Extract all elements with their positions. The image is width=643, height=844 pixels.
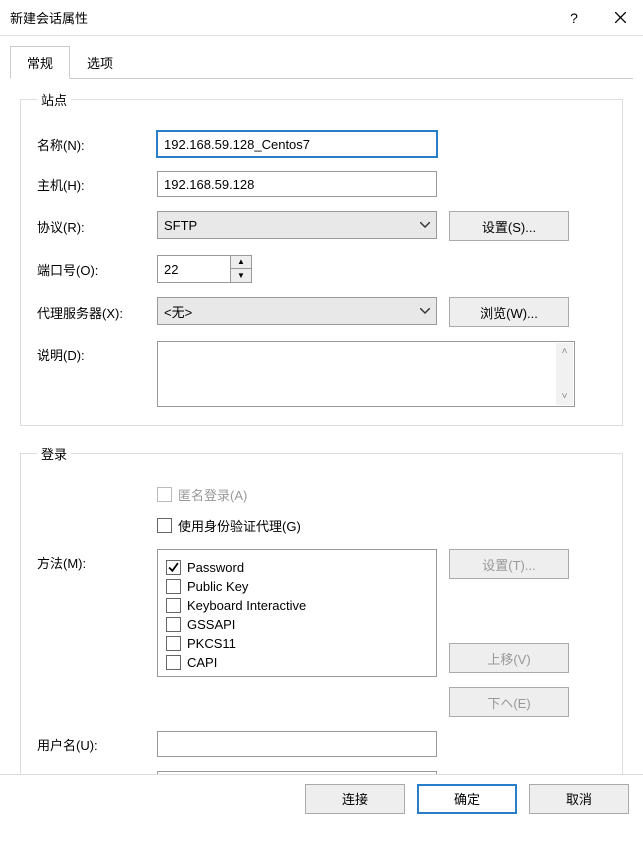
anonymous-label: 匿名登录(A)	[178, 485, 247, 504]
method-capi-label: CAPI	[187, 655, 217, 670]
method-gssapi-checkbox[interactable]	[166, 617, 181, 632]
method-pkcs11-row[interactable]: PKCS11	[166, 636, 428, 651]
label-name: 名称(N):	[37, 135, 157, 154]
footer: 连接 确定 取消	[0, 774, 643, 822]
method-capi-checkbox[interactable]	[166, 655, 181, 670]
tab-strip: 常规 选项	[0, 36, 643, 80]
label-host: 主机(H):	[37, 175, 157, 194]
auth-agent-label: 使用身份验证代理(G)	[178, 516, 301, 535]
label-desc: 说明(D):	[37, 341, 157, 364]
scroll-down-icon[interactable]: ˅	[556, 388, 573, 405]
move-up-button: 上移(V)	[449, 643, 569, 673]
auth-agent-checkbox[interactable]	[157, 518, 172, 533]
login-legend: 登录	[37, 444, 71, 463]
close-icon	[615, 12, 626, 23]
method-settings-button: 设置(T)...	[449, 549, 569, 579]
method-publickey-label: Public Key	[187, 579, 248, 594]
port-spinner[interactable]: ▲ ▼	[157, 255, 257, 283]
spin-up-icon[interactable]: ▲	[231, 256, 251, 269]
help-button[interactable]: ?	[551, 0, 597, 36]
name-input[interactable]	[157, 131, 437, 157]
method-password-row[interactable]: Password	[166, 560, 428, 575]
login-group: 登录 匿名登录(A) 使用身份验证代理(G) 方法(M):	[20, 444, 623, 816]
method-gssapi-label: GSSAPI	[187, 617, 235, 632]
method-publickey-row[interactable]: Public Key	[166, 579, 428, 594]
host-input[interactable]	[157, 171, 437, 197]
spin-down-icon[interactable]: ▼	[231, 269, 251, 282]
ok-button[interactable]: 确定	[417, 784, 517, 814]
protocol-select[interactable]: SFTP	[157, 211, 437, 239]
proxy-select[interactable]: <无>	[157, 297, 437, 325]
port-input[interactable]	[157, 255, 231, 283]
label-port: 端口号(O):	[37, 260, 157, 279]
method-capi-row[interactable]: CAPI	[166, 655, 428, 670]
description-textarea[interactable]: ˄ ˅	[157, 341, 575, 407]
method-pkcs11-checkbox[interactable]	[166, 636, 181, 651]
scrollbar[interactable]: ˄ ˅	[556, 343, 573, 405]
window-title: 新建会话属性	[10, 8, 551, 27]
connect-button[interactable]: 连接	[305, 784, 405, 814]
tab-options[interactable]: 选项	[70, 46, 130, 79]
method-keyboard-checkbox[interactable]	[166, 598, 181, 613]
scroll-up-icon[interactable]: ˄	[556, 343, 573, 360]
method-password-label: Password	[187, 560, 244, 575]
close-button[interactable]	[597, 0, 643, 36]
method-keyboard-row[interactable]: Keyboard Interactive	[166, 598, 428, 613]
chevron-down-icon	[420, 308, 430, 314]
chevron-down-icon	[420, 222, 430, 228]
move-down-button: 下ヘ(E)	[449, 687, 569, 717]
panel-body: 站点 名称(N): 主机(H): 协议(R): SFTP 设置(S)...	[0, 80, 643, 844]
protocol-value: SFTP	[164, 218, 197, 233]
anonymous-checkbox-row: 匿名登录(A)	[157, 485, 247, 504]
titlebar: 新建会话属性 ?	[0, 0, 643, 36]
cancel-button[interactable]: 取消	[529, 784, 629, 814]
anonymous-checkbox	[157, 487, 172, 502]
site-group: 站点 名称(N): 主机(H): 协议(R): SFTP 设置(S)...	[20, 90, 623, 426]
method-password-checkbox[interactable]	[166, 560, 181, 575]
label-protocol: 协议(R):	[37, 217, 157, 236]
username-input[interactable]	[157, 731, 437, 757]
method-publickey-checkbox[interactable]	[166, 579, 181, 594]
method-pkcs11-label: PKCS11	[187, 636, 236, 651]
label-method: 方法(M):	[37, 549, 157, 572]
label-proxy: 代理服务器(X):	[37, 303, 157, 322]
protocol-settings-button[interactable]: 设置(S)...	[449, 211, 569, 241]
method-keyboard-label: Keyboard Interactive	[187, 598, 306, 613]
site-legend: 站点	[37, 90, 71, 109]
proxy-browse-button[interactable]: 浏览(W)...	[449, 297, 569, 327]
tab-general[interactable]: 常规	[10, 46, 70, 79]
auth-agent-checkbox-row[interactable]: 使用身份验证代理(G)	[157, 516, 301, 535]
proxy-value: <无>	[164, 302, 192, 321]
method-gssapi-row[interactable]: GSSAPI	[166, 617, 428, 632]
method-listbox[interactable]: Password Public Key Keyboard Interactive…	[157, 549, 437, 677]
label-username: 用户名(U):	[37, 735, 157, 754]
